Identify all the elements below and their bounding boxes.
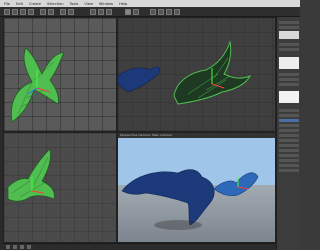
menu-bar: File Edit Create Selection Tools View Wi…: [0, 0, 300, 7]
list-item[interactable]: [279, 169, 299, 172]
select-tool-button[interactable]: [4, 9, 10, 15]
list-item[interactable]: [279, 129, 299, 132]
status-button[interactable]: [20, 245, 24, 249]
green-model-wireframe: [10, 47, 65, 123]
list-item[interactable]: [279, 154, 299, 157]
panel-tab[interactable]: [279, 21, 299, 24]
viewport-top-left[interactable]: [3, 17, 117, 132]
layout-split-button[interactable]: [174, 9, 180, 15]
menu-window[interactable]: Window: [99, 2, 113, 6]
panel-tab[interactable]: [279, 26, 299, 29]
properties-panel: [276, 17, 300, 250]
list-item[interactable]: [279, 124, 299, 127]
model-view: [118, 40, 252, 105]
toolbar: [0, 7, 300, 17]
status-button[interactable]: [13, 245, 17, 249]
stop-button[interactable]: [133, 9, 139, 15]
viewport-bottom-left[interactable]: [3, 132, 117, 243]
layout-button[interactable]: [150, 9, 156, 15]
property-row[interactable]: [279, 114, 299, 117]
menu-edit[interactable]: Edit: [16, 2, 23, 6]
green-model-side-view: [7, 148, 55, 202]
list-item[interactable]: [279, 159, 299, 162]
list-item[interactable]: [279, 164, 299, 167]
list-item[interactable]: [279, 139, 299, 142]
rotate-tool-button[interactable]: [20, 9, 26, 15]
menu-selection[interactable]: Selection: [47, 2, 64, 6]
property-row[interactable]: [279, 73, 299, 76]
render-button[interactable]: [90, 9, 96, 15]
material-preview: [279, 91, 299, 103]
property-row[interactable]: [279, 109, 299, 112]
play-button[interactable]: [125, 9, 131, 15]
texture-preview: [279, 57, 299, 69]
menu-file[interactable]: File: [4, 2, 10, 6]
property-row[interactable]: [279, 48, 299, 51]
list-item[interactable]: [279, 134, 299, 137]
light-button[interactable]: [106, 9, 112, 15]
camera-button[interactable]: [98, 9, 104, 15]
list-item[interactable]: [279, 144, 299, 147]
preview-swatch: [279, 31, 299, 39]
property-row[interactable]: [279, 43, 299, 46]
model-shadow: [154, 220, 202, 230]
menu-help[interactable]: Help: [119, 2, 127, 6]
layout-quad-button[interactable]: [158, 9, 164, 15]
move-tool-button[interactable]: [12, 9, 18, 15]
status-button[interactable]: [6, 245, 10, 249]
status-bar: [3, 243, 276, 250]
scale-tool-button[interactable]: [28, 9, 34, 15]
menu-view[interactable]: View: [84, 2, 93, 6]
viewport-bottom-right[interactable]: Perspective Camera: Main Camera: [117, 132, 276, 243]
viewport-top-right[interactable]: [117, 17, 276, 132]
redo-button[interactable]: [68, 9, 74, 15]
status-button[interactable]: [27, 245, 31, 249]
selected-list-item[interactable]: [279, 119, 299, 122]
grid-button[interactable]: [48, 9, 54, 15]
list-item[interactable]: [279, 149, 299, 152]
snap-button[interactable]: [40, 9, 46, 15]
menu-create[interactable]: Create: [29, 2, 41, 6]
menu-tools[interactable]: Tools: [70, 2, 79, 6]
property-row[interactable]: [279, 83, 299, 86]
undo-button[interactable]: [60, 9, 66, 15]
layout-single-button[interactable]: [166, 9, 172, 15]
property-row[interactable]: [279, 78, 299, 81]
rendered-models: [121, 169, 259, 230]
